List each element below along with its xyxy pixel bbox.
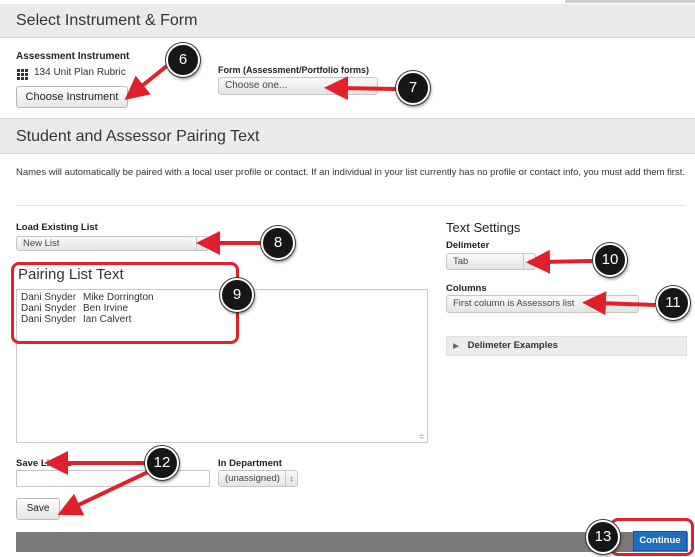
department-value: (unassigned) <box>225 473 280 484</box>
arrow-6 <box>124 63 170 101</box>
text-settings-title: Text Settings <box>446 220 521 235</box>
delimeter-label: Delimeter <box>446 240 490 251</box>
updown-arrow-icon: ↕ <box>285 471 297 486</box>
pairing-section-title: Student and Assessor Pairing Text <box>16 128 260 145</box>
pairing-description: Names will automatically be paired with … <box>16 167 686 178</box>
form-label: Form (Assessment/Portfolio forms) <box>218 65 370 75</box>
choose-instrument-button[interactable]: Choose Instrument <box>16 86 128 108</box>
top-edge-tab <box>565 0 695 3</box>
instrument-name: 134 Unit Plan Rubric <box>34 67 126 78</box>
updown-arrow-icon: ↕ <box>196 237 208 250</box>
form-select-value: Choose one... <box>225 80 288 91</box>
pairing-callout-box <box>11 262 239 344</box>
callout-9: 9 <box>220 278 254 312</box>
callout-6: 6 <box>166 43 200 77</box>
save-list-label: Save List As <box>16 458 73 469</box>
delimeter-examples-toggle[interactable]: ▶ Delimeter Examples <box>446 336 687 356</box>
save-list-input[interactable] <box>16 470 210 487</box>
load-list-label: Load Existing List <box>16 222 98 233</box>
callout-12: 12 <box>145 446 179 480</box>
columns-value: First column is Assessors list <box>453 298 575 309</box>
save-button[interactable]: Save <box>16 498 60 520</box>
callout-11: 11 <box>656 286 690 320</box>
columns-select[interactable]: First column is Assessors list <box>446 295 639 313</box>
select-section-title: Select Instrument & Form <box>16 12 198 29</box>
delimeter-select[interactable]: Tab ↕ <box>446 253 536 270</box>
department-select[interactable]: (unassigned) ↕ <box>218 470 298 487</box>
load-list-value: New List <box>23 238 60 249</box>
callout-7: 7 <box>396 71 430 105</box>
grid-icon <box>17 67 28 80</box>
delimeter-value: Tab <box>453 256 469 267</box>
arrow-10 <box>526 249 593 274</box>
triangle-right-icon: ▶ <box>453 343 459 350</box>
callout-13: 13 <box>586 520 620 554</box>
form-select[interactable]: Choose one... <box>218 77 378 95</box>
callout-10: 10 <box>593 243 627 277</box>
department-label: In Department <box>218 458 282 469</box>
instrument-label: Assessment Instrument <box>16 51 130 62</box>
load-list-select[interactable]: New List ↕ <box>16 236 209 251</box>
pairing-section-header: Student and Assessor Pairing Text <box>0 118 695 154</box>
continue-button[interactable]: Continue <box>633 531 687 551</box>
select-section-header: Select Instrument & Form <box>0 4 695 38</box>
columns-label: Columns <box>446 283 487 294</box>
divider <box>16 205 686 206</box>
delimeter-examples-label: Delimeter Examples <box>467 340 558 351</box>
callout-8: 8 <box>261 226 295 260</box>
updown-arrow-icon: ↕ <box>523 254 535 269</box>
resize-handle-icon[interactable]: ≑ <box>418 432 425 441</box>
